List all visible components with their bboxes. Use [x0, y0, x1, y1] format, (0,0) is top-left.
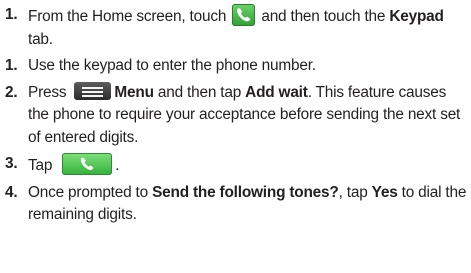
- step-number: 2.: [5, 83, 18, 101]
- step-1a: 1. From the Home screen, touch and then …: [0, 4, 471, 51]
- step-number: 3.: [5, 155, 18, 172]
- step-2: 2. Press Menu and then tap Add wait. Thi…: [0, 81, 471, 150]
- step-text-part: From the Home screen, touch: [28, 8, 231, 25]
- step-text-part: , tap: [338, 183, 372, 201]
- step-text-part: and then touch the: [257, 8, 390, 25]
- send-tones-prompt-label: Send the following tones?: [152, 183, 339, 201]
- step-number: 1.: [5, 57, 18, 74]
- menu-key-icon: [74, 81, 112, 100]
- step-text-part: .: [115, 157, 120, 174]
- step-text-part: Once prompted to: [28, 183, 153, 201]
- step-number: 4.: [5, 183, 18, 201]
- step-text-part: Press: [28, 83, 71, 101]
- step-number: 1.: [5, 6, 18, 23]
- step-text-part: tab.: [28, 30, 53, 48]
- call-button-icon: [62, 153, 113, 175]
- add-wait-label: Add wait: [245, 83, 308, 101]
- menu-label: Menu: [114, 83, 154, 101]
- step-text: Press Menu and then tap Add wait. This f…: [28, 81, 471, 150]
- step-text: Once prompted to Send the following tone…: [28, 182, 471, 227]
- step-text: From the Home screen, touch and then tou…: [28, 4, 471, 51]
- phone-app-icon: [232, 4, 256, 26]
- step-4: 4. Once prompted to Send the following t…: [0, 182, 471, 227]
- yes-label: Yes: [371, 183, 398, 201]
- keypad-tab-label: Keypad: [389, 8, 444, 25]
- step-text-part: Tap: [28, 157, 57, 174]
- step-text: Use the keypad to enter the phone number…: [28, 57, 316, 74]
- step-text: Tap .: [28, 153, 471, 178]
- step-3: 3. Tap .: [0, 153, 471, 178]
- step-text-part: and then tap: [153, 83, 246, 101]
- instructions-page: 1. From the Home screen, touch and then …: [0, 0, 471, 273]
- step-1b: 1. Use the keypad to enter the phone num…: [0, 55, 471, 78]
